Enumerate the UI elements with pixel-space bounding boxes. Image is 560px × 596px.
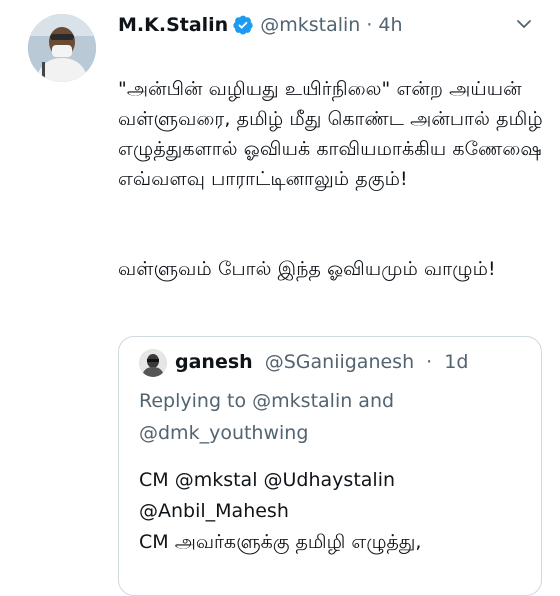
quoted-tweet-timestamp[interactable]: 1d bbox=[444, 351, 468, 373]
quoted-tweet-header: ganesh @SGaniiganesh · 1d bbox=[175, 347, 468, 377]
tweet-header: M.K.Stalin @mkstalin · 4h bbox=[118, 12, 403, 38]
separator-dot: · bbox=[426, 351, 433, 373]
tweet-text: "அன்பின் வழியது உயிர்நிலை" என்ற அய்யன் வ… bbox=[118, 44, 548, 314]
quoted-text-line: CM அவர்களுக்கு தமிழி எழுத்து, bbox=[139, 531, 422, 553]
quoted-text-line: @Anbil_Mahesh bbox=[139, 500, 289, 522]
avatar-photo-icon bbox=[28, 14, 96, 82]
verified-badge-icon bbox=[232, 14, 254, 36]
quoted-tweet-card[interactable]: ganesh @SGaniiganesh · 1d Replying to @m… bbox=[118, 336, 542, 596]
author-name[interactable]: M.K.Stalin bbox=[118, 12, 228, 38]
tweet-timestamp[interactable]: 4h bbox=[378, 12, 402, 38]
quoted-author-handle[interactable]: @SGaniiganesh bbox=[265, 351, 414, 373]
tweet-text-paragraph: வள்ளுவம் போல் இந்த ஓவியமும் வாழும்! bbox=[118, 258, 496, 280]
chevron-down-icon bbox=[517, 20, 531, 28]
more-options-button[interactable] bbox=[510, 10, 538, 38]
tweet-text-paragraph: "அன்பின் வழியது உயிர்நிலை" என்ற அய்யன் வ… bbox=[118, 78, 543, 190]
quoted-text-line: CM @mkstal @Udhaystalin bbox=[139, 469, 396, 491]
author-avatar[interactable] bbox=[28, 14, 96, 82]
quoted-author-avatar[interactable] bbox=[139, 349, 167, 377]
tweet[interactable]: M.K.Stalin @mkstalin · 4h "அன்பின் வழியத… bbox=[0, 0, 560, 596]
separator-dot: · bbox=[366, 14, 373, 36]
replying-to[interactable]: Replying to @mkstalin and @dmk_youthwing bbox=[139, 385, 535, 449]
avatar-photo-icon bbox=[139, 349, 167, 377]
author-handle[interactable]: @mkstalin bbox=[260, 12, 360, 38]
quoted-tweet-text: CM @mkstal @Udhaystalin @Anbil_Mahesh CM… bbox=[139, 465, 535, 558]
quoted-author-name[interactable]: ganesh bbox=[175, 351, 253, 373]
